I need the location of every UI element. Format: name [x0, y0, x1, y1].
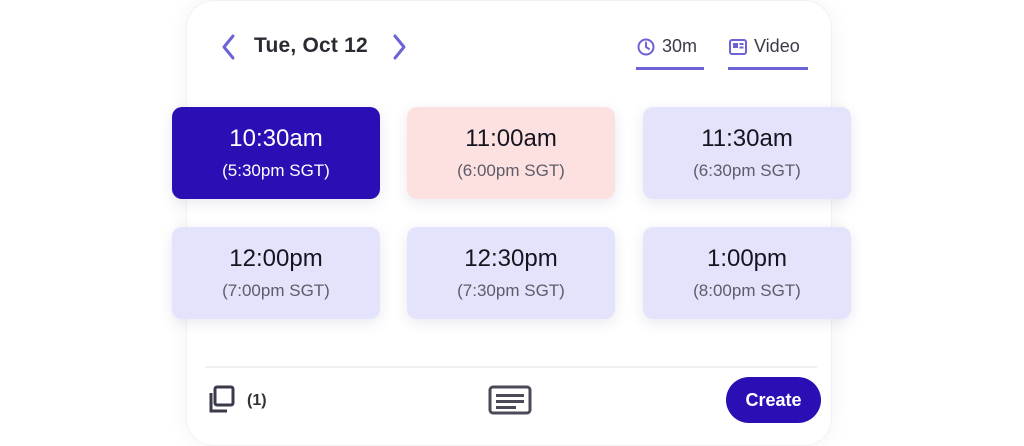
time-slot-busy[interactable]: 11:00am (6:00pm SGT) — [407, 107, 615, 199]
slot-local-time: (6:00pm SGT) — [457, 161, 565, 180]
meeting-type-selector[interactable]: Video — [728, 36, 808, 70]
duration-label: 30m — [662, 36, 698, 56]
slot-time: 11:00am — [465, 125, 557, 152]
time-slot[interactable]: 11:30am (6:30pm SGT) — [643, 107, 851, 199]
keyboard-icon[interactable] — [488, 384, 532, 416]
copy-count: (1) — [247, 392, 267, 409]
footer-divider — [205, 366, 817, 368]
create-button[interactable]: Create — [726, 377, 821, 423]
slot-local-time: (5:30pm SGT) — [222, 161, 330, 180]
slot-local-time: (8:00pm SGT) — [693, 281, 801, 300]
slot-time: 1:00pm — [706, 245, 788, 272]
chevron-right-icon[interactable] — [388, 32, 410, 62]
slot-local-time: (6:30pm SGT) — [693, 161, 801, 180]
slot-time: 10:30am — [229, 125, 323, 152]
duration-selector[interactable]: 30m — [636, 36, 704, 70]
video-icon — [728, 36, 748, 62]
meeting-type-label: Video — [754, 36, 800, 56]
scheduler-header: Tue, Oct 12 30m Video — [218, 26, 818, 74]
chevron-left-icon[interactable] — [218, 32, 240, 62]
time-slot-selected[interactable]: 10:30am (5:30pm SGT) — [172, 107, 380, 199]
clock-icon — [636, 36, 656, 62]
date-label: Tue, Oct 12 — [254, 34, 368, 57]
slot-time: 11:30am — [701, 125, 793, 152]
slot-time: 12:00pm — [229, 245, 323, 272]
slot-local-time: (7:00pm SGT) — [222, 281, 330, 300]
time-slot[interactable]: 12:30pm (7:30pm SGT) — [407, 227, 615, 319]
slot-local-time: (7:30pm SGT) — [457, 281, 565, 300]
slot-time: 12:30pm — [464, 245, 558, 272]
copy-icon — [205, 383, 237, 420]
copy-button[interactable]: (1) — [205, 384, 267, 418]
time-slot[interactable]: 1:00pm (8:00pm SGT) — [643, 227, 851, 319]
time-slot[interactable]: 12:00pm (7:00pm SGT) — [172, 227, 380, 319]
